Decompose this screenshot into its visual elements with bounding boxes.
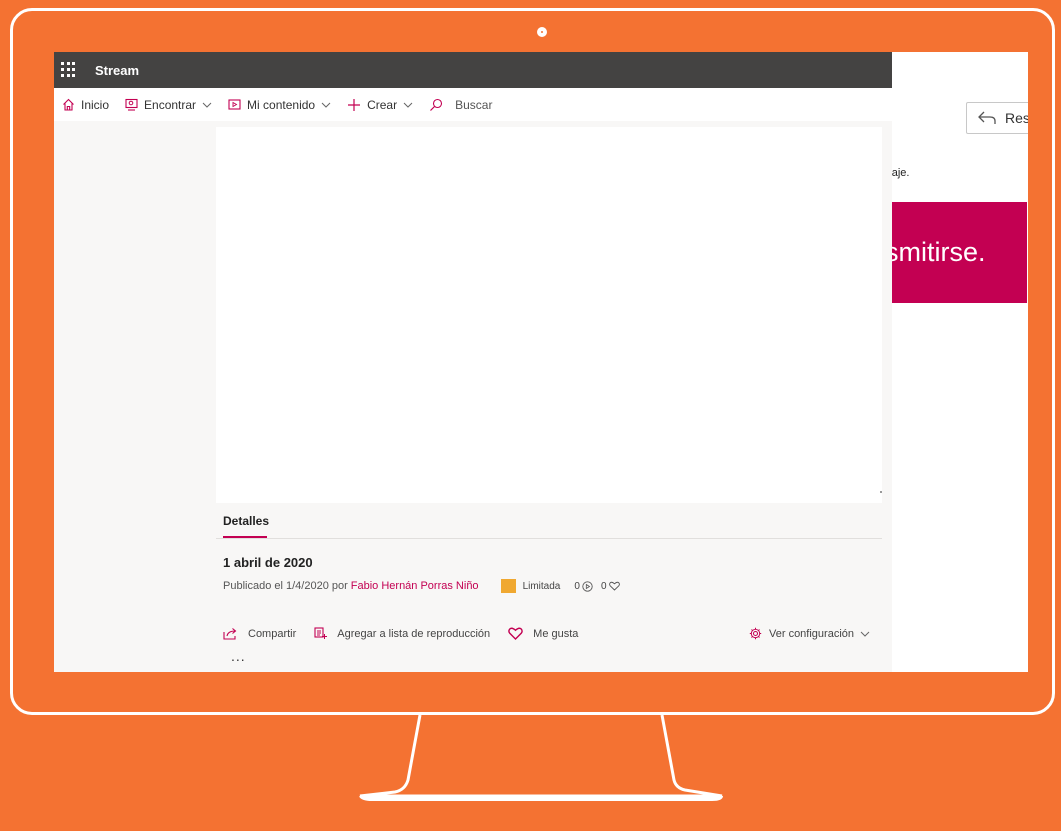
share-label: Compartir [248, 627, 297, 640]
reply-label: Res [1005, 110, 1028, 126]
chevron-down-icon [403, 102, 413, 108]
video-indicator [880, 491, 882, 493]
top-bar: Stream [54, 52, 892, 88]
nav-home[interactable]: Inicio [62, 98, 109, 112]
reply-button[interactable]: Res [966, 102, 1028, 134]
plus-icon [348, 98, 361, 111]
video-player[interactable] [216, 127, 882, 503]
stream-window: Stream Inicio Encontrar Mi contenido Cre… [54, 52, 892, 672]
tab-details[interactable]: Detalles [223, 514, 269, 528]
publish-info: Publicado el 1/4/2020 por Fabio Hernán P… [223, 579, 620, 593]
author-link[interactable]: Fabio Hernán Porras Niño [351, 580, 479, 592]
view-count: 0 [574, 581, 593, 592]
like-count-value: 0 [600, 580, 607, 592]
share-icon [223, 628, 237, 640]
chevron-down-icon [202, 102, 212, 108]
nav-create[interactable]: Crear [347, 98, 413, 112]
chevron-down-icon [321, 102, 331, 108]
nav-home-label: Inicio [81, 97, 110, 112]
share-button[interactable]: Compartir [223, 627, 296, 640]
nav-discover[interactable]: Encontrar [125, 98, 212, 112]
like-button[interactable]: Me gusta [508, 627, 578, 640]
nav-my-content[interactable]: Mi contenido [228, 98, 331, 112]
nav-my-content-label: Mi contenido [247, 97, 316, 112]
video-title: 1 abril de 2020 [223, 555, 313, 570]
chevron-down-icon [860, 631, 870, 637]
message-banner: smitirse. [875, 202, 1027, 303]
gear-icon [749, 627, 762, 640]
permission-icon [500, 579, 516, 593]
heart-icon [608, 581, 620, 591]
screen: Res ensaje. smitirse. Stream Inicio [54, 52, 1028, 672]
main-content: Detalles 1 abril de 2020 Publicado el 1/… [54, 121, 892, 672]
nav-bar: Inicio Encontrar Mi contenido Crear Busc… [54, 88, 892, 122]
divider [216, 538, 882, 539]
like-label: Me gusta [533, 627, 579, 640]
published-text: Publicado el 1/4/2020 por [223, 580, 348, 592]
view-count-value: 0 [574, 580, 580, 592]
more-options-button[interactable]: ... [231, 648, 246, 664]
playlist-icon [314, 627, 328, 639]
nav-discover-label: Encontrar [144, 97, 197, 112]
heart-icon [508, 627, 523, 640]
action-bar: Compartir Agregar a lista de reproducció… [223, 627, 596, 640]
search-placeholder: Buscar [455, 97, 493, 112]
home-icon [63, 98, 74, 111]
search-box[interactable]: Buscar [429, 98, 492, 112]
my-content-icon [228, 99, 241, 110]
permission-label[interactable]: Limitada [523, 581, 561, 592]
reply-icon [978, 111, 996, 124]
like-count: 0 [601, 581, 620, 592]
banner-text: smitirse. [885, 237, 986, 267]
app-launcher-icon[interactable] [61, 62, 77, 78]
add-to-playlist-label: Agregar a lista de reproducción [337, 627, 491, 640]
app-name[interactable]: Stream [95, 63, 139, 78]
view-settings-button[interactable]: Ver configuración [749, 627, 870, 640]
search-icon [430, 98, 443, 111]
view-settings-label: Ver configuración [769, 627, 854, 640]
play-circle-icon [582, 580, 593, 592]
nav-create-label: Crear [367, 97, 398, 112]
add-to-playlist-button[interactable]: Agregar a lista de reproducción [314, 627, 490, 640]
discover-icon [125, 98, 138, 111]
